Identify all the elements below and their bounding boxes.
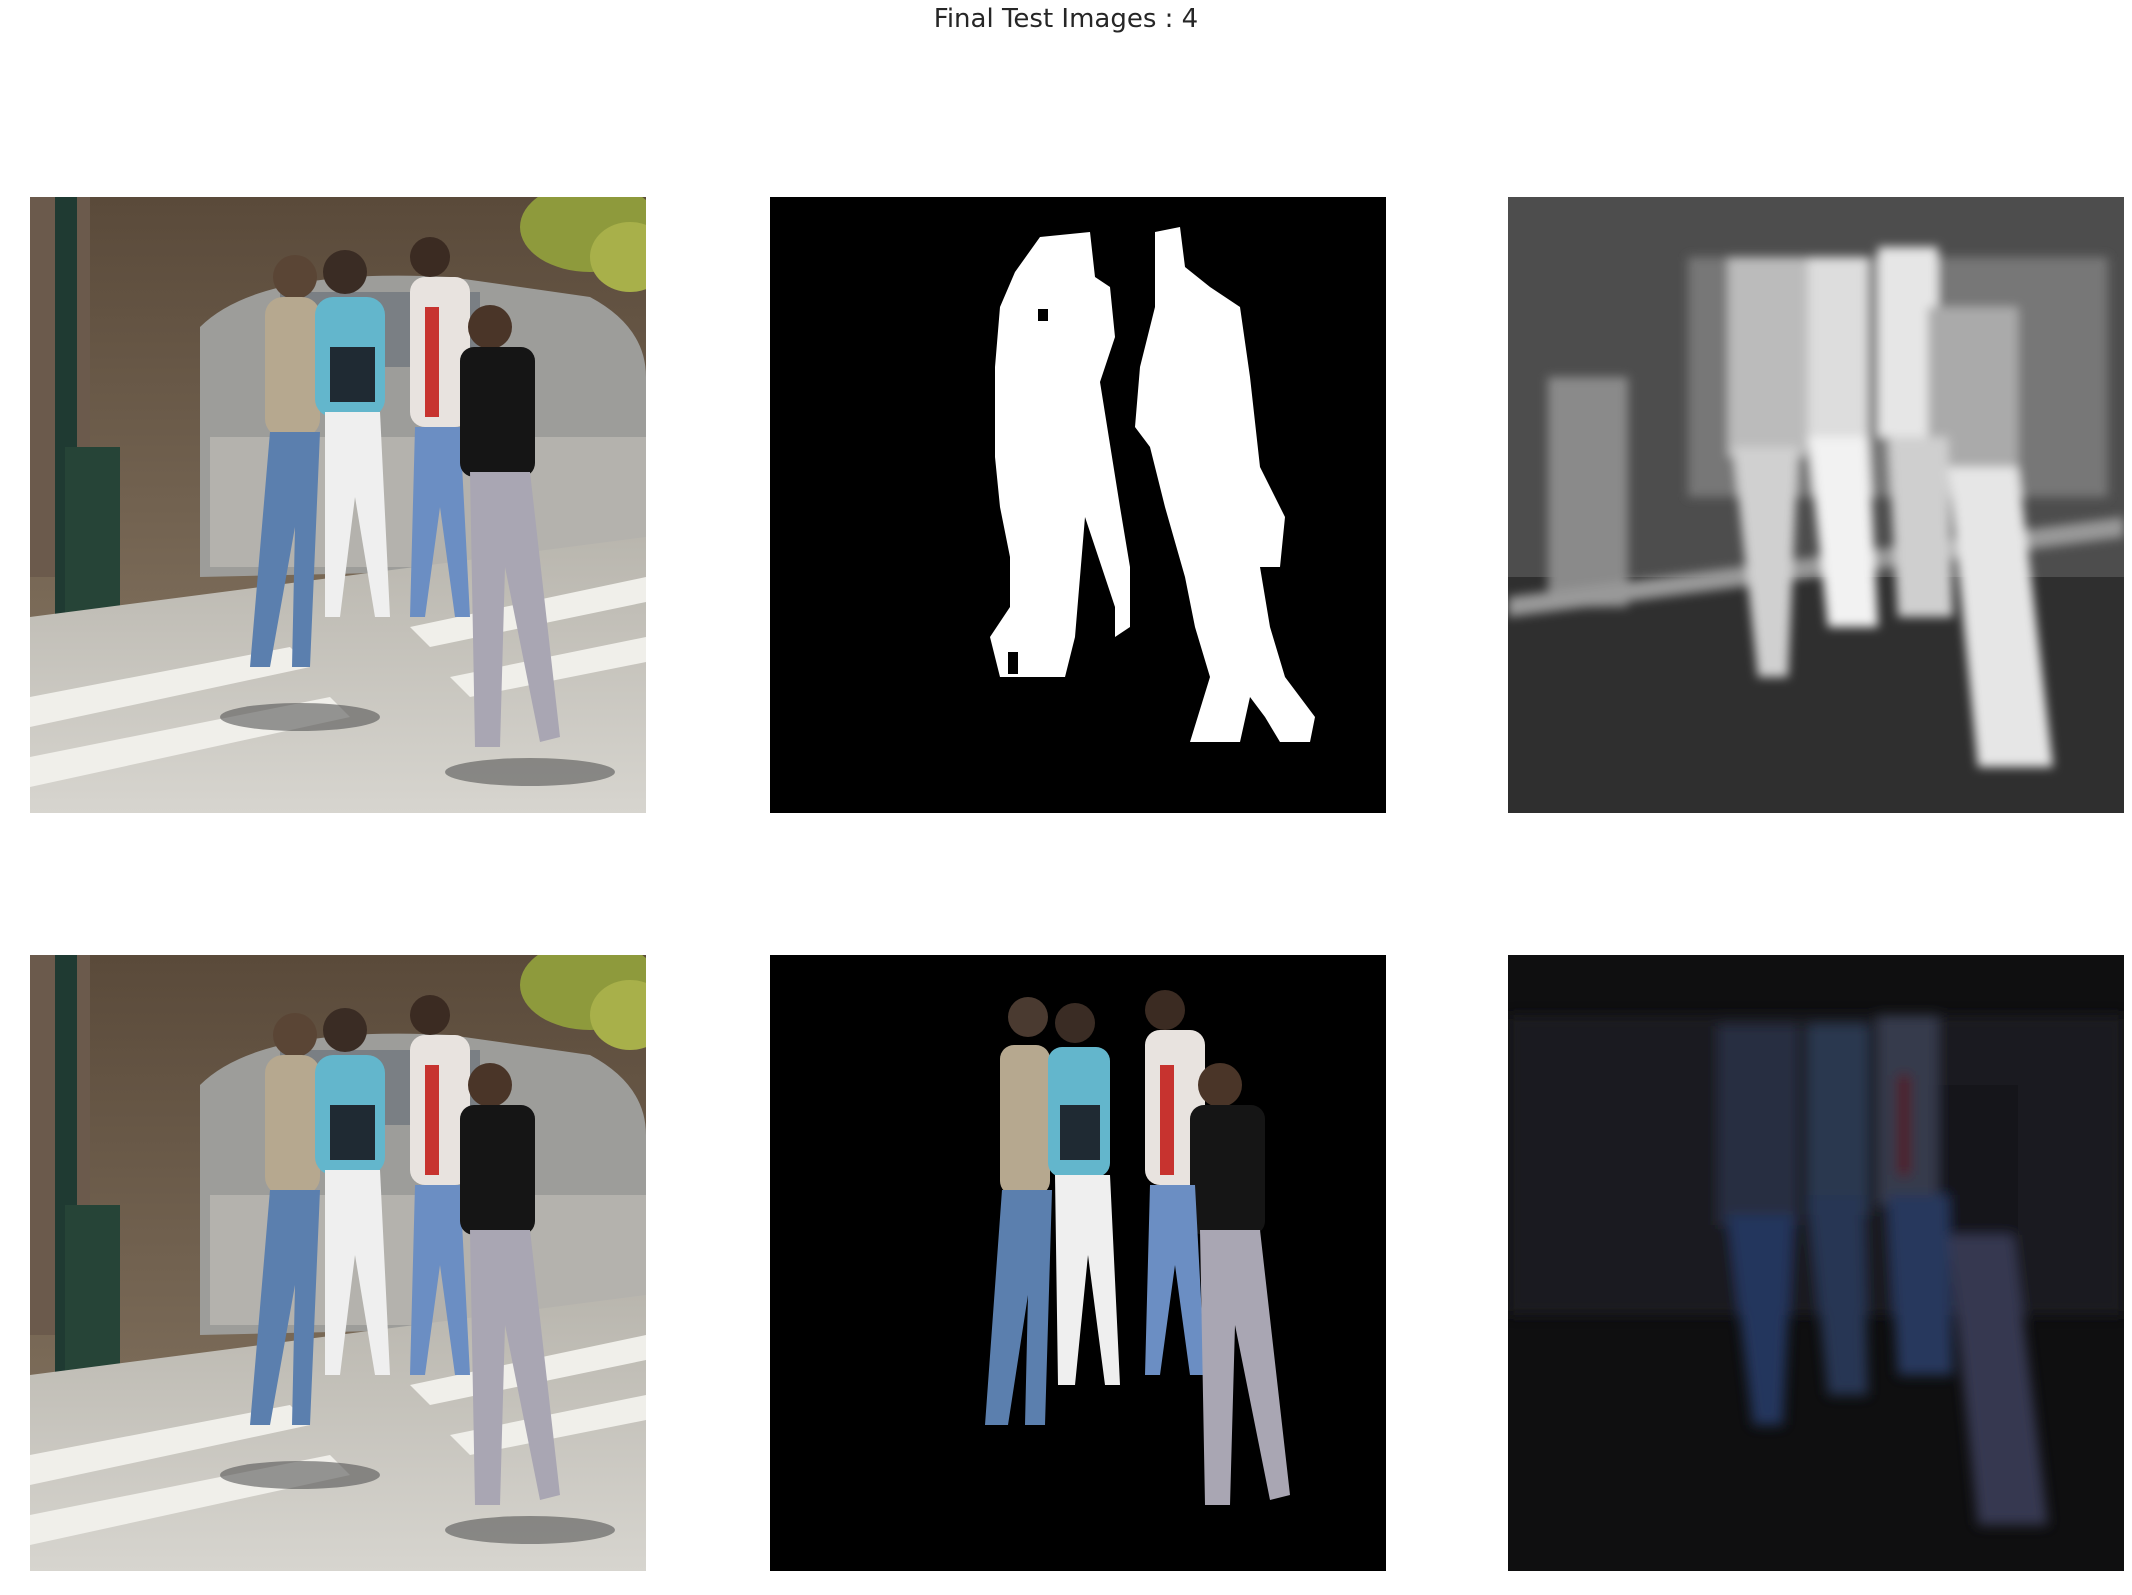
street-photo-copy xyxy=(30,955,646,1571)
figure-title: Final Test Images : 4 xyxy=(933,4,1199,34)
masked-people-image xyxy=(770,955,1386,1571)
input-image-panel-top xyxy=(30,197,646,813)
predicted-overlay-panel xyxy=(1508,955,2124,1571)
input-image-panel-bottom xyxy=(30,955,646,1571)
grayscale-prediction xyxy=(1508,197,2124,813)
street-photo xyxy=(30,197,646,813)
figure: Final Test Images : 4 xyxy=(0,0,2132,1595)
segmentation-mask xyxy=(770,197,1386,813)
predicted-grayscale-panel xyxy=(1508,197,2124,813)
masked-image-panel xyxy=(770,955,1386,1571)
ground-truth-mask-panel xyxy=(770,197,1386,813)
dark-prediction-overlay xyxy=(1508,955,2124,1571)
